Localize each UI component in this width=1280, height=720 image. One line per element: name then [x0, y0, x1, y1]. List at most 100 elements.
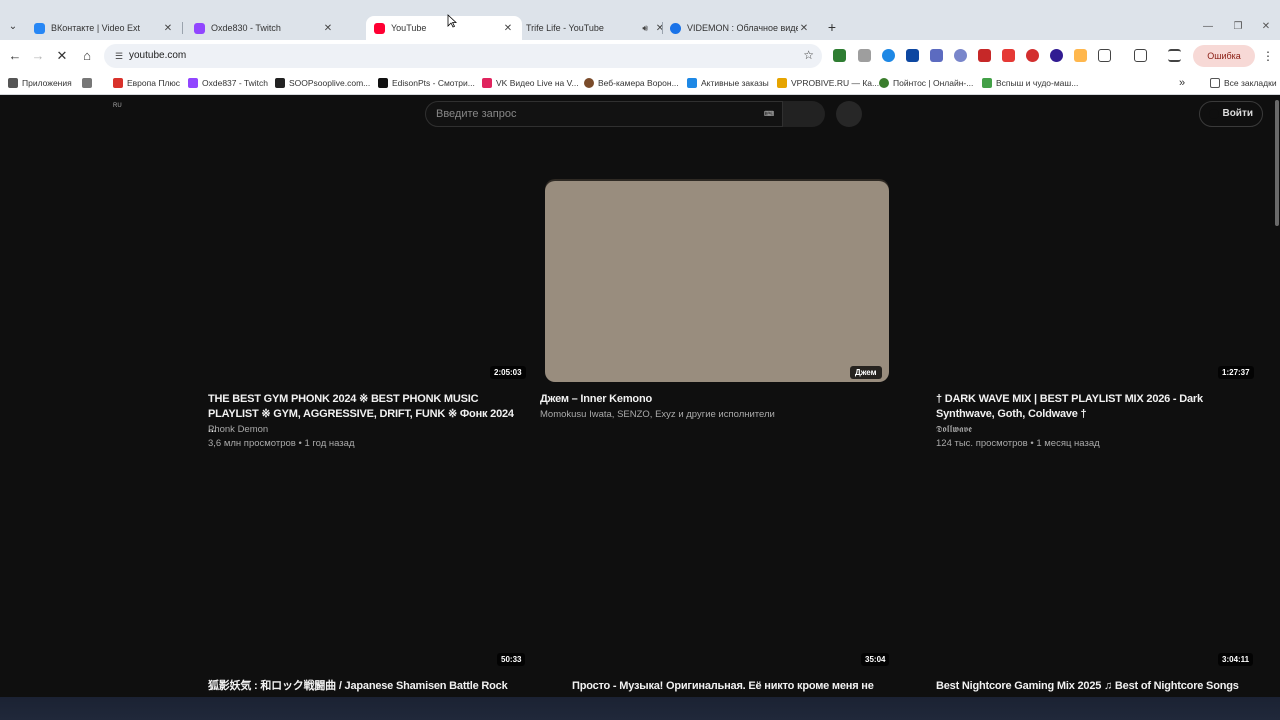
tab-separator: [182, 22, 183, 34]
keyboard-icon[interactable]: ⌨: [762, 110, 776, 120]
bookmark-pointos[interactable]: Пойнтос | Онлайн-...: [879, 76, 973, 90]
tab-trife-life[interactable]: Trife Life - YouTube 🔊︎ ✕: [518, 16, 674, 40]
tab-title: Oxde830 - Twitch: [211, 23, 281, 33]
checkmark-icon: [982, 78, 992, 88]
video-thumbnail[interactable]: [909, 468, 1253, 669]
video-title[interactable]: † DARK WAVE MIX | BEST PLAYLIST MIX 2026…: [936, 392, 1246, 422]
site-info-icon[interactable]: ☰: [112, 49, 126, 63]
tab-twitch[interactable]: Oxde830 - Twitch ✕: [186, 16, 342, 40]
media-queue-icon[interactable]: [1168, 49, 1181, 62]
extension-icon[interactable]: [1026, 49, 1039, 62]
video-title[interactable]: 狐影妖気 : 和ロック戦闘曲 / Japanese Shamisen Battl…: [208, 679, 518, 694]
duration-badge: 50:33: [497, 653, 526, 666]
bookmark-vk-video-live[interactable]: VK Видео Live на V...: [482, 76, 579, 90]
video-thumbnail[interactable]: [181, 181, 525, 382]
voice-search-button[interactable]: [836, 101, 862, 127]
bookmark-label: VPROBIVE.RU — Ка...: [791, 78, 880, 88]
menu-kebab-icon[interactable]: ⋮: [1262, 46, 1274, 66]
bookmark-apps[interactable]: Приложения: [8, 76, 72, 90]
duration-badge: 35:04: [861, 653, 890, 666]
extension-icon[interactable]: [858, 49, 871, 62]
sooplive-icon: [275, 78, 285, 88]
bookmark-europa-plus[interactable]: Европа Плюс: [113, 76, 180, 90]
profile-error-button[interactable]: Ошибка: [1193, 45, 1255, 67]
taskbar-edge: [0, 697, 1280, 720]
new-tab-button[interactable]: +: [824, 18, 840, 36]
tab-videmon[interactable]: VIDEMON : Облачное видеон ✕: [662, 16, 818, 40]
bookmark-label: EdisonPts - Смотри...: [392, 78, 475, 88]
sign-in-button[interactable]: Войти: [1199, 101, 1263, 127]
video-thumbnail[interactable]: [545, 468, 889, 669]
video-thumbnail[interactable]: [909, 181, 1253, 382]
maximize-icon[interactable]: ❐: [1228, 18, 1248, 36]
video-thumbnail[interactable]: [545, 181, 889, 382]
address-bar[interactable]: ☰ youtube.com ☆: [104, 44, 822, 68]
channel-name[interactable]: Phonk Demon: [208, 424, 268, 435]
extension-icon[interactable]: [1074, 49, 1087, 62]
bookmark-apps-grid[interactable]: [82, 76, 96, 90]
search-button[interactable]: [783, 101, 825, 127]
extension-icon[interactable]: [1050, 49, 1063, 62]
bookmark-label: VK Видео Live на V...: [496, 78, 579, 88]
search-input[interactable]: Введите запрос ⌨: [425, 101, 783, 127]
extension-icon[interactable]: [906, 49, 919, 62]
tab-title: ВКонтакте | Video Ext: [51, 23, 141, 33]
locale-badge: RU: [113, 103, 122, 109]
stop-loading-icon[interactable]: ✕: [52, 46, 72, 66]
forward-arrow-icon[interactable]: →: [28, 46, 48, 66]
bookmark-sooplive[interactable]: SOOPsooplive.com...: [275, 76, 370, 90]
home-icon[interactable]: ⌂: [77, 46, 97, 66]
orders-icon: [687, 78, 697, 88]
bookmark-vprobive[interactable]: VPROBIVE.RU — Ка...: [777, 76, 879, 90]
key-icon: [777, 78, 787, 88]
channel-name[interactable]: Momokusu Iwata, SENZO, Exyz и другие исп…: [540, 409, 775, 420]
bookmark-edisonpts[interactable]: EdisonPts - Смотри...: [378, 76, 475, 90]
back-arrow-icon[interactable]: ←: [5, 46, 25, 66]
address-url[interactable]: youtube.com: [129, 50, 186, 61]
extension-icon[interactable]: [978, 49, 991, 62]
screenshot-icon[interactable]: [1134, 49, 1147, 62]
extension-badge-icon[interactable]: [833, 49, 846, 62]
tab-youtube[interactable]: YouTube ✕: [366, 16, 522, 40]
tab-vk[interactable]: ВКонтакте | Video Ext ✕: [26, 16, 182, 40]
bookmark-blaze[interactable]: Вспыш и чудо-маш...: [982, 76, 1078, 90]
close-tab-icon[interactable]: ✕: [162, 23, 174, 34]
webcam-icon: [584, 78, 594, 88]
tab-title: Trife Life - YouTube: [526, 23, 604, 33]
speaker-icon[interactable]: 🔊︎: [642, 23, 648, 34]
video-thumbnail[interactable]: [181, 468, 525, 669]
pdf-icon[interactable]: [1002, 49, 1015, 62]
mouse-cursor-icon: [447, 14, 457, 28]
bookmarks-overflow-chevron-icon[interactable]: »: [1179, 76, 1185, 90]
youtube-page: RU Введите запрос ⌨ Войти 2:05:03 THE BE…: [0, 95, 1280, 720]
channel-name[interactable]: 𝕯𝖔𝖑𝖑𝖜𝖆𝖛𝖊: [936, 424, 972, 435]
bookmark-star-icon[interactable]: ☆: [803, 48, 814, 62]
video-meta: 124 тыс. просмотров • 1 месяц назад: [936, 438, 1100, 449]
bookmark-twitch[interactable]: Oxde837 - Twitch: [188, 76, 268, 90]
extension-icon[interactable]: [882, 49, 895, 62]
tab-search-chevron-icon[interactable]: ⌄: [4, 18, 22, 36]
puzzle-icon[interactable]: [1098, 49, 1111, 62]
globe-icon: [670, 22, 681, 34]
mix-badge: Джем: [850, 366, 882, 379]
close-tab-icon[interactable]: ✕: [502, 23, 514, 34]
vk-icon: [34, 22, 45, 34]
browser-toolbar: ← → ✕ ⌂ ☰ youtube.com ☆ Ошибка ⋮: [0, 40, 1280, 72]
scrollbar-thumb[interactable]: [1275, 100, 1279, 226]
video-title[interactable]: Best Nightcore Gaming Mix 2025 ♫ Best of…: [936, 679, 1246, 694]
translate-icon[interactable]: [930, 49, 943, 62]
extension-icon[interactable]: [954, 49, 967, 62]
all-bookmarks-folder[interactable]: Все закладки: [1210, 76, 1277, 90]
bookmark-label: Пойнтос | Онлайн-...: [893, 78, 974, 88]
search-placeholder: Введите запрос: [436, 108, 517, 120]
bookmark-label: SOOPsooplive.com...: [289, 78, 371, 88]
tab-strip: ⌄ ВКонтакте | Video Ext ✕ Oxde830 - Twit…: [0, 0, 1280, 40]
video-title[interactable]: Джем – Inner Kemono: [540, 392, 850, 407]
bookmark-webcam[interactable]: Веб-камера Ворон...: [584, 76, 679, 90]
minimize-icon[interactable]: —: [1198, 18, 1218, 36]
close-window-icon[interactable]: ✕: [1256, 18, 1276, 36]
close-tab-icon[interactable]: ✕: [798, 23, 810, 34]
bookmark-active-orders[interactable]: Активные заказы: [687, 76, 769, 90]
close-tab-icon[interactable]: ✕: [322, 23, 334, 34]
video-title[interactable]: Просто - Музыка! Оригинальная. Её никто …: [572, 679, 882, 694]
